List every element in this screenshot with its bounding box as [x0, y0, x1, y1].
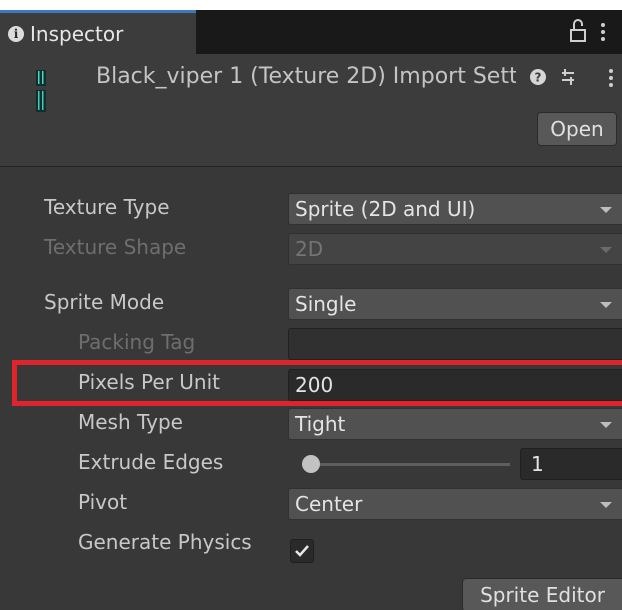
kebab-menu-icon[interactable] [598, 20, 608, 44]
mesh-type-value: Tight [295, 412, 346, 436]
texture-asset-icon [36, 70, 46, 112]
help-icon[interactable]: ? [530, 69, 546, 85]
mesh-type-dropdown[interactable]: Tight [288, 408, 622, 440]
extrude-edges-slider-handle[interactable] [302, 455, 320, 473]
texture-type-dropdown[interactable]: Sprite (2D and UI) [288, 193, 622, 225]
extrude-edges-input[interactable]: 1 [520, 448, 622, 480]
chevron-down-icon [600, 502, 612, 508]
header-menu-icon[interactable] [606, 67, 616, 89]
mesh-type-label: Mesh Type [78, 410, 183, 434]
inspector-panel: i Inspector Black_viper 1 (Texture 2D) I… [0, 10, 622, 610]
texture-type-value: Sprite (2D and UI) [295, 197, 476, 221]
pixels-per-unit-input[interactable]: 200 [288, 369, 622, 401]
generate-physics-checkbox[interactable] [290, 539, 314, 563]
tab-bar: i Inspector [0, 10, 622, 54]
sprite-mode-label: Sprite Mode [44, 290, 165, 314]
sprite-mode-value: Single [295, 292, 357, 316]
pivot-dropdown[interactable]: Center [288, 488, 622, 520]
texture-type-label: Texture Type [44, 195, 170, 219]
inspector-header: Black_viper 1 (Texture 2D) Import Settin… [0, 54, 622, 166]
chevron-down-icon [600, 207, 612, 213]
info-icon: i [8, 26, 24, 42]
asset-title: Black_viper 1 (Texture 2D) Import Settin… [96, 64, 516, 89]
packing-tag-input [288, 328, 622, 360]
chevron-down-icon [600, 247, 612, 253]
pivot-label: Pivot [78, 490, 128, 514]
extrude-edges-label: Extrude Edges [78, 450, 224, 474]
texture-shape-dropdown: 2D [288, 233, 622, 265]
chevron-down-icon [600, 302, 612, 308]
pixels-per-unit-value: 200 [295, 373, 334, 397]
generate-physics-label: Generate Physics [78, 530, 252, 554]
tab-inspector[interactable]: i Inspector [0, 10, 196, 54]
presets-icon[interactable] [558, 67, 578, 87]
texture-shape-label: Texture Shape [44, 235, 187, 259]
extrude-edges-slider-track[interactable] [302, 463, 510, 466]
chevron-down-icon [600, 422, 612, 428]
svg-text:?: ? [535, 71, 542, 85]
lock-icon[interactable] [568, 18, 588, 44]
packing-tag-label: Packing Tag [78, 330, 196, 354]
open-button[interactable]: Open [537, 112, 617, 146]
sprite-mode-dropdown[interactable]: Single [288, 288, 622, 320]
checkmark-icon [295, 545, 309, 557]
sprite-editor-button[interactable]: Sprite Editor [462, 578, 622, 610]
texture-shape-value: 2D [295, 237, 324, 261]
pixels-per-unit-label: Pixels Per Unit [78, 370, 220, 394]
tab-label: Inspector [30, 22, 124, 46]
pivot-value: Center [295, 492, 363, 516]
header-divider [0, 166, 622, 167]
